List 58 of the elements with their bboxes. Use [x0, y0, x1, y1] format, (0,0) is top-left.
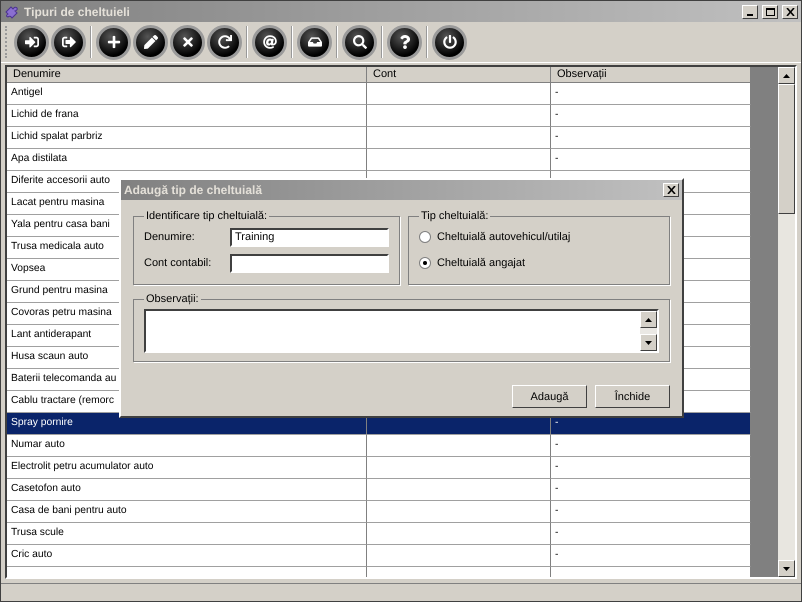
close-icon — [666, 186, 676, 194]
field-label: Cont contabil: — [144, 257, 212, 269]
refresh-icon — [218, 35, 232, 49]
add-button[interactable] — [96, 24, 131, 60]
enter-icon — [24, 35, 38, 49]
group-title: Tip cheltuială: — [420, 210, 490, 222]
table-row[interactable]: Antigel - — [7, 83, 751, 105]
minimize-icon — [747, 14, 753, 16]
table-row[interactable]: Electrolit petru acumulator auto - — [7, 457, 751, 479]
tray-button[interactable] — [297, 24, 332, 60]
text-field[interactable]: Training — [230, 228, 389, 246]
add-icon — [106, 35, 120, 49]
exit-button[interactable] — [51, 24, 86, 60]
pencil-icon — [144, 35, 158, 49]
at-sign-icon — [262, 35, 276, 49]
scroll-thumb[interactable] — [778, 84, 795, 214]
table-row[interactable]: Apa distilata - — [7, 149, 751, 171]
radio-label[interactable]: Cheltuială angajat — [436, 257, 526, 269]
table-row[interactable]: Cric auto - — [7, 545, 751, 567]
close-button[interactable] — [170, 24, 205, 60]
pencil-button[interactable] — [133, 24, 168, 60]
help-button[interactable] — [387, 24, 422, 60]
notes-field[interactable] — [144, 309, 659, 353]
radio-label[interactable]: Cheltuială autovehicul/utilaj — [436, 231, 570, 243]
tray-icon — [308, 35, 322, 49]
window-title: Tipuri de cheltuieli — [24, 4, 131, 18]
table-row[interactable]: Numar auto - — [7, 435, 751, 457]
minimize-button[interactable] — [742, 4, 758, 18]
close-icon — [786, 8, 794, 16]
table-row[interactable]: Lichid spalat parbriz - — [7, 127, 751, 149]
maximize-button[interactable] — [762, 4, 778, 18]
add-button[interactable]: Adaugă — [512, 385, 587, 408]
table-row[interactable]: Casetofon auto - — [7, 479, 751, 501]
group-title: Observații: — [145, 293, 200, 305]
down-arrow-icon — [783, 566, 790, 570]
at-sign-button[interactable] — [252, 24, 287, 60]
power-button[interactable] — [432, 24, 467, 60]
close-icon — [180, 35, 194, 49]
up-arrow-icon — [645, 318, 652, 322]
power-icon — [442, 35, 456, 49]
search-button[interactable] — [342, 24, 377, 60]
up-arrow-icon — [783, 74, 790, 78]
maximize-icon — [766, 8, 774, 16]
radio-button[interactable] — [418, 257, 431, 269]
exit-icon — [62, 35, 76, 49]
enter-button[interactable] — [14, 24, 49, 60]
refresh-button[interactable] — [207, 24, 242, 60]
down-arrow-icon — [645, 340, 652, 344]
table-row[interactable]: Lichid de frana - — [7, 105, 751, 127]
close-dialog-button[interactable]: Închide — [595, 385, 670, 408]
scrollbar[interactable] — [778, 67, 795, 577]
puzzle-icon — [4, 4, 20, 20]
text-field[interactable] — [230, 254, 389, 272]
table-row[interactable]: Trusa scule - — [7, 523, 751, 545]
table-row[interactable]: Casa de bani pentru auto - — [7, 501, 751, 523]
search-icon — [352, 35, 366, 49]
help-icon — [398, 35, 412, 49]
radio-button[interactable] — [418, 231, 431, 243]
